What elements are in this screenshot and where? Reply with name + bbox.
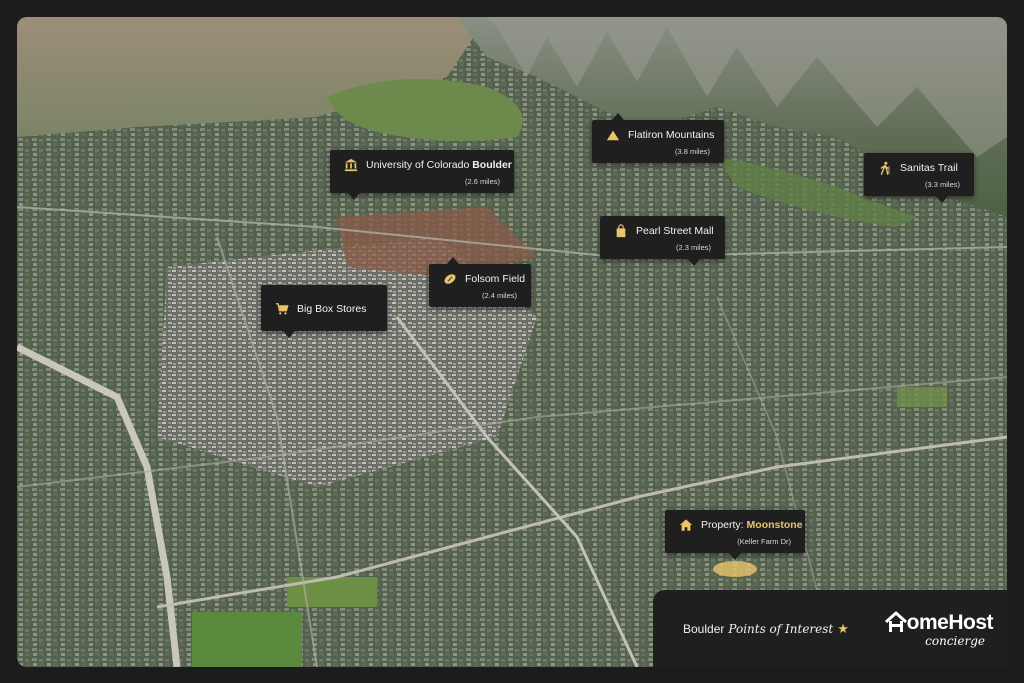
legend-title-city: Boulder	[683, 621, 725, 636]
poi-folsom-field-distance: (2.4 miles)	[481, 291, 517, 300]
pointer	[729, 553, 741, 560]
poi-university[interactable]: University of Colorado Boulder (2.6 mile…	[330, 150, 514, 200]
hiker-icon	[880, 161, 890, 175]
shopping-bag-icon	[616, 224, 626, 238]
university-icon	[344, 158, 358, 172]
poi-big-box-stores-name: Big Box Stores	[297, 302, 367, 315]
poi-big-box-stores[interactable]: Big Box Stores	[261, 285, 387, 338]
legend-panel: Boulder Points of Interest ★ omeHost con…	[653, 590, 1007, 667]
brand-name: omeHost	[884, 610, 994, 634]
property-marker[interactable]	[713, 561, 757, 577]
aerial-map[interactable]	[17, 17, 1007, 667]
shopping-cart-icon	[275, 302, 289, 315]
brand-logo: omeHost concierge	[884, 610, 994, 648]
poi-pearl-street-name: Pearl Street Mall	[636, 225, 714, 237]
legend-title-script: Points of Interest	[728, 621, 834, 636]
map-frame: University of Colorado Boulder (2.6 mile…	[17, 17, 1007, 667]
poi-university-name: University of Colorado Boulder	[366, 159, 512, 171]
poi-property[interactable]: Property: Moonstone (Keller Farm Dr)	[665, 510, 805, 560]
poi-property-name: Property: Moonstone	[701, 519, 803, 531]
poi-sanitas-name: Sanitas Trail	[900, 162, 958, 174]
poi-university-distance: (2.6 miles)	[464, 177, 500, 186]
brand-subtitle: concierge	[925, 633, 985, 648]
poi-flatirons-distance: (3.8 miles)	[674, 147, 710, 156]
star-icon: ★	[837, 620, 849, 636]
legend-title: Boulder Points of Interest ★	[683, 621, 849, 637]
poi-sanitas-distance: (3.3 miles)	[924, 180, 960, 189]
pointer	[348, 193, 360, 200]
park-field	[192, 612, 302, 667]
pointer	[612, 113, 624, 120]
poi-pearl-street[interactable]: Pearl Street Mall (2.3 miles)	[600, 216, 725, 266]
poi-property-distance: (Keller Farm Dr)	[737, 537, 791, 546]
poi-folsom-field[interactable]: Folsom Field (2.4 miles)	[429, 257, 531, 307]
pointer	[447, 257, 459, 264]
pointer	[283, 331, 295, 338]
house-logo-icon	[884, 611, 907, 632]
pointer	[936, 196, 948, 203]
sports-fields	[287, 577, 377, 607]
park	[897, 387, 947, 407]
house-icon	[679, 519, 693, 531]
poi-pearl-street-distance: (2.3 miles)	[675, 243, 711, 252]
brand-name-text: omeHost	[906, 610, 994, 634]
poi-flatirons-name: Flatiron Mountains	[628, 129, 715, 141]
poi-sanitas[interactable]: Sanitas Trail (3.3 miles)	[864, 153, 974, 203]
pointer	[688, 259, 700, 266]
poi-folsom-field-name: Folsom Field	[465, 273, 526, 285]
poi-flatirons[interactable]: Flatiron Mountains (3.8 miles)	[592, 113, 724, 163]
mountain-icon	[606, 130, 620, 141]
football-icon	[444, 274, 456, 284]
